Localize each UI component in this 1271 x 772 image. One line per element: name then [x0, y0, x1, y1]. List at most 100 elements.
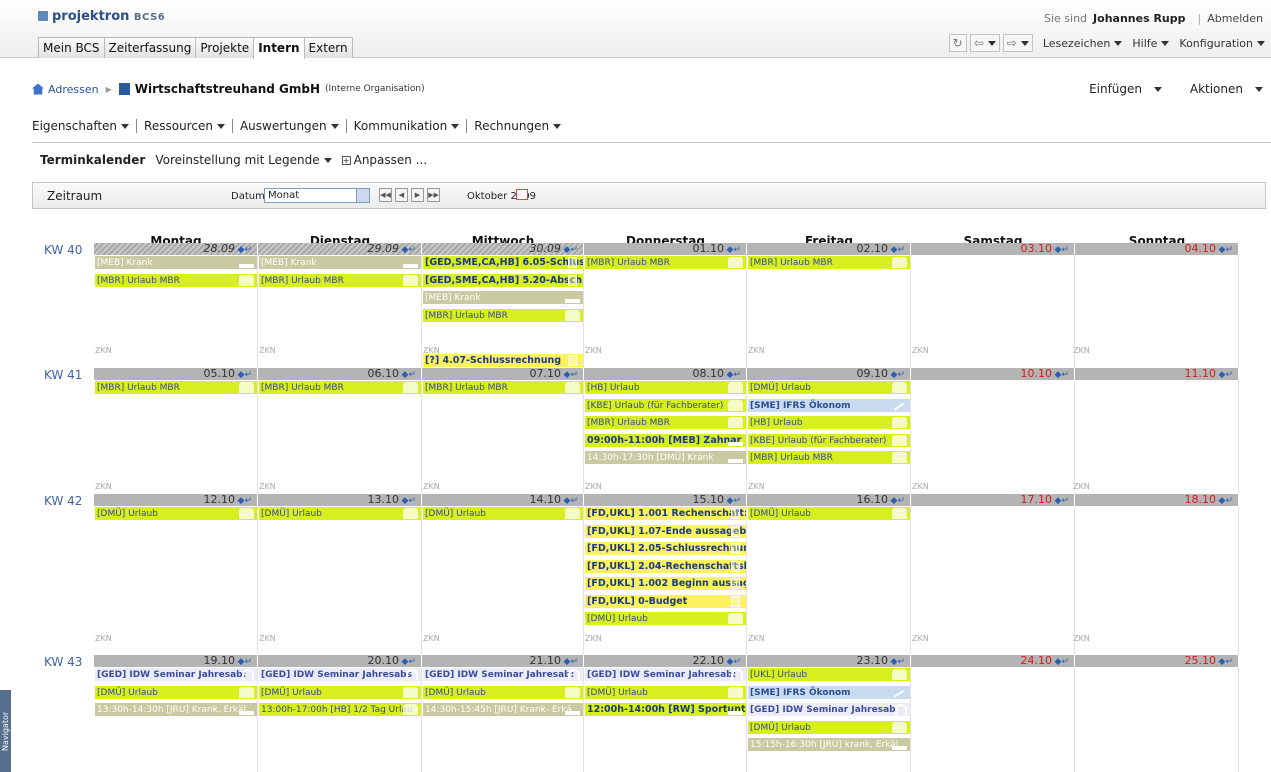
calendar-entry[interactable]: [DMÜ] Urlaub — [423, 507, 583, 522]
day-cell[interactable]: 24.10 ◆↵ — [911, 655, 1075, 772]
day-cell[interactable]: 08.10 ◆↵ [HB] Urlaub [KBE] Urlaub (für Fach… — [584, 368, 747, 494]
day-header[interactable]: 13.10 ◆↵ — [258, 494, 422, 506]
calendar-entry[interactable]: [MBR] Urlaub MBR — [259, 381, 421, 396]
day-cell[interactable]: 29.09 ◆↵ [MEB] Krank [MBR] Urlaub MBR ZKN — [258, 243, 422, 368]
calendar-entry[interactable]: [GED] IDW Seminar Jahresab: — [423, 668, 583, 683]
next-icon[interactable]: ▶ — [411, 188, 424, 202]
calendar-entry[interactable]: [DMÜ] Urlaub — [423, 685, 583, 701]
calendar-entry[interactable]: [DMÜ] Urlaub — [259, 507, 421, 522]
week-number[interactable]: KW 43 — [32, 655, 94, 669]
calendar-entry[interactable]: 12:00h-14:00h [RW] Sportunt — [585, 703, 746, 718]
day-cell[interactable]: 07.10 ◆↵ [MBR] Urlaub MBR ZKN — [422, 368, 584, 494]
day-header[interactable]: 10.10 ◆↵ — [911, 368, 1075, 380]
day-header[interactable]: 06.10 ◆↵ — [258, 368, 422, 380]
day-cell[interactable]: 22.10 ◆↵ [GED] IDW Seminar Jahresab: [DMÜ] … — [584, 655, 747, 772]
day-cell[interactable]: 11.10 ◆↵ ZKN — [1073, 368, 1239, 494]
period-select[interactable]: Monat — [264, 188, 370, 203]
add-appointment-icon[interactable]: ◆↵ — [1055, 656, 1069, 668]
help-menu[interactable]: Hilfe — [1132, 37, 1170, 50]
menu-eigenschaften[interactable]: Eigenschaften — [32, 119, 136, 133]
add-appointment-icon[interactable]: ◆↵ — [1055, 369, 1069, 381]
day-header[interactable]: 16.10 ◆↵ — [747, 494, 911, 506]
prev-icon[interactable]: ◀ — [395, 188, 408, 202]
tab-mein-bcs[interactable]: Mein BCS — [38, 37, 105, 58]
tab-extern[interactable]: Extern — [303, 37, 353, 58]
menu-kommunikation[interactable]: Kommunikation — [345, 119, 467, 133]
day-cell[interactable]: 13.10 ◆↵ [DMÜ] Urlaub ZKN — [258, 494, 422, 655]
calendar-entry[interactable]: [MBR] Urlaub MBR — [585, 256, 746, 271]
day-header[interactable]: 11.10 ◆↵ — [1075, 368, 1239, 380]
last-icon[interactable]: ▶▶ — [427, 188, 440, 202]
calendar-entry[interactable]: [GED] IDW Seminar Jahresab: — [585, 668, 746, 683]
first-icon[interactable]: ◀◀ — [379, 188, 392, 202]
day-header[interactable]: 05.10 ◆↵ — [94, 368, 258, 380]
forward-icon[interactable]: ⇨ — [1002, 34, 1033, 52]
add-appointment-icon[interactable]: ◆↵ — [891, 495, 905, 507]
add-appointment-icon[interactable]: ◆↵ — [564, 656, 578, 668]
day-cell[interactable]: 30.09 ◆↵ [GED,SME,CA,HB] 6.05-Schlus [GED,S… — [422, 243, 584, 369]
day-cell[interactable]: 16.10 ◆↵ [DMÜ] Urlaub ZKN — [747, 494, 911, 655]
week-number[interactable]: KW 40 — [32, 243, 94, 257]
calendar-entry[interactable]: [GED,SME,CA,HB] 6.05-Schlus — [423, 256, 583, 271]
calendar-entry[interactable]: 14:30h-17:30h [DMÜ] Krank — [585, 451, 746, 466]
add-appointment-icon[interactable]: ◆↵ — [402, 656, 416, 668]
week-number[interactable]: KW 42 — [32, 494, 94, 508]
calendar-entry[interactable]: [HB] Urlaub — [748, 416, 910, 431]
calendar-entry[interactable]: [UKL] Urlaub — [748, 668, 910, 683]
calendar-entry[interactable]: [MBR] Urlaub MBR — [748, 256, 910, 271]
day-header[interactable]: 28.09 ◆↵ — [94, 243, 258, 255]
day-cell[interactable]: 12.10 ◆↵ [DMÜ] Urlaub ZKN — [94, 494, 258, 655]
day-header[interactable]: 20.10 ◆↵ — [258, 655, 422, 667]
calendar-entry[interactable]: [MBR] Urlaub MBR — [95, 381, 257, 396]
calendar-entry[interactable]: 15:15h-16:30h [JRU] krank, Erkäl — [748, 738, 910, 753]
add-appointment-icon[interactable]: ◆↵ — [402, 244, 416, 256]
add-appointment-icon[interactable]: ◆↵ — [891, 369, 905, 381]
add-appointment-icon[interactable]: ◆↵ — [727, 244, 741, 256]
day-cell[interactable]: 03.10 ◆↵ ZKN — [911, 243, 1075, 368]
day-cell[interactable]: 21.10 ◆↵ [GED] IDW Seminar Jahresab: [DMÜ] … — [422, 655, 584, 772]
calendar-entry[interactable]: [MBR] Urlaub MBR — [423, 308, 583, 324]
calendar-entry[interactable]: [FD,UKL] 2.05-Schlussrechnur — [585, 542, 746, 557]
add-appointment-icon[interactable]: ◆↵ — [238, 656, 252, 668]
day-header[interactable]: 01.10 ◆↵ — [584, 243, 747, 255]
calendar-entry[interactable]: [FD,UKL] 1.001 Rechenschaft: — [585, 507, 746, 522]
tab-zeiterfassung[interactable]: Zeiterfassung — [103, 37, 197, 58]
calendar-entry[interactable]: [FD,UKL] 1.07-Ende aussageb — [585, 524, 746, 540]
calendar-entry[interactable]: [DMÜ] Urlaub — [95, 507, 257, 522]
calendar-entry[interactable]: [DMÜ] Urlaub — [585, 685, 746, 701]
day-cell[interactable]: 09.10 ◆↵ [DMÜ] Urlaub [SME] IFRS Ökonom [HB]… — [747, 368, 911, 494]
calendar-entry[interactable]: 13:00h-17:00h [HB] 1/2 Tag Urlau — [259, 703, 421, 718]
day-cell[interactable]: 15.10 ◆↵ [FD,UKL] 1.001 Rechenschaft: [FD,U… — [584, 494, 747, 655]
add-appointment-icon[interactable]: ◆↵ — [564, 369, 578, 381]
day-cell[interactable]: 10.10 ◆↵ ZKN — [911, 368, 1075, 494]
add-appointment-icon[interactable]: ◆↵ — [891, 656, 905, 668]
calendar-entry[interactable]: [KBE] Urlaub (für Fachberater) — [585, 398, 746, 414]
day-cell[interactable]: 02.10 ◆↵ [MBR] Urlaub MBR ZKN — [747, 243, 911, 368]
add-appointment-icon[interactable]: ◆↵ — [238, 369, 252, 381]
menu-ressourcen[interactable]: Ressourcen — [136, 119, 232, 133]
calendar-entry[interactable]: [MBR] Urlaub MBR — [259, 273, 421, 289]
add-appointment-icon[interactable]: ◆↵ — [402, 495, 416, 507]
preset-menu[interactable]: Voreinstellung mit Legende — [155, 153, 332, 167]
tab-projekte[interactable]: Projekte — [195, 37, 255, 58]
day-header[interactable]: 09.10 ◆↵ — [747, 368, 911, 380]
day-header[interactable]: 21.10 ◆↵ — [422, 655, 584, 667]
day-header[interactable]: 02.10 ◆↵ — [747, 243, 911, 255]
calendar-entry[interactable]: [MBR] Urlaub MBR — [95, 273, 257, 289]
day-cell[interactable]: 25.10 ◆↵ — [1075, 655, 1239, 772]
app-logo[interactable]: projektron BCS6 — [38, 9, 165, 24]
day-cell[interactable]: 17.10 ◆↵ ZKN — [911, 494, 1075, 655]
day-header[interactable]: 03.10 ◆↵ — [911, 243, 1075, 255]
day-cell[interactable]: 14.10 ◆↵ [DMÜ] Urlaub ZKN — [422, 494, 584, 655]
day-cell[interactable]: 04.10 ◆↵ ZKN — [1073, 243, 1239, 368]
add-appointment-icon[interactable]: ◆↵ — [564, 244, 578, 256]
day-cell[interactable]: 28.09 ◆↵ [MEB] Krank [MBR] Urlaub MBR ZKN — [94, 243, 258, 368]
day-cell[interactable]: 23.10 ◆↵ [UKL] Urlaub [SME] IFRS Ökonom [GED… — [747, 655, 911, 772]
day-cell[interactable]: 05.10 ◆↵ [MBR] Urlaub MBR ZKN — [94, 368, 258, 494]
day-header[interactable]: 04.10 ◆↵ — [1075, 243, 1239, 255]
add-appointment-icon[interactable]: ◆↵ — [891, 244, 905, 256]
calendar-entry[interactable]: [DMÜ] Urlaub — [748, 720, 910, 736]
calendar-entry[interactable]: [MEB] Krank — [95, 256, 257, 271]
menu-auswertungen[interactable]: Auswertungen — [231, 119, 346, 133]
calendar-icon[interactable] — [516, 189, 528, 200]
